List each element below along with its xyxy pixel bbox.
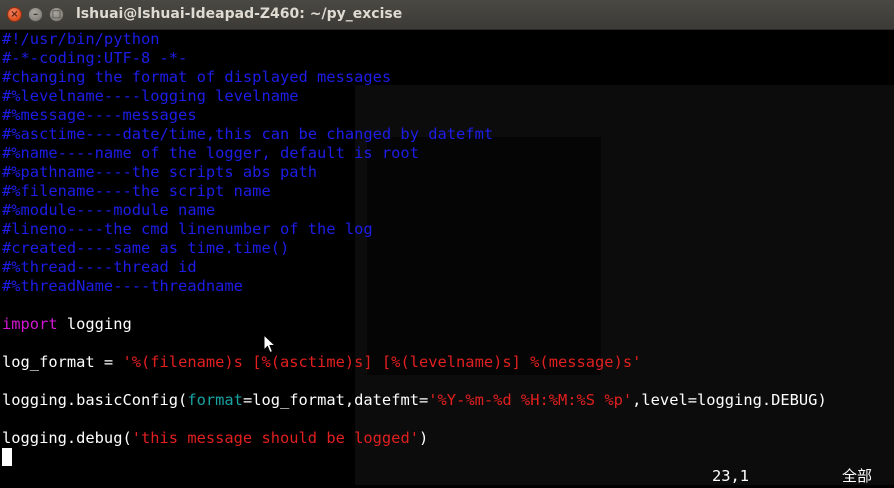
- code-line[interactable]: #%levelname----logging levelname: [2, 87, 299, 106]
- code-line[interactable]: #%threadName----threadname: [2, 277, 243, 296]
- code-token: log_format =: [2, 353, 123, 371]
- code-token: #%thread----thread id: [2, 258, 197, 276]
- code-line[interactable]: #%asctime----date/time,this can be chang…: [2, 125, 493, 144]
- code-token: ): [418, 429, 429, 447]
- code-line[interactable]: #%thread----thread id: [2, 258, 197, 277]
- code-line[interactable]: #%pathname----the scripts abs path: [2, 163, 317, 182]
- code-token: logging.debug(: [2, 429, 132, 447]
- code-line[interactable]: #-*-coding:UTF-8 -*-: [2, 49, 187, 68]
- code-token: '%(filename)s [%(asctime)s] [%(levelname…: [122, 353, 642, 371]
- code-line[interactable]: #changing the format of displayed messag…: [2, 68, 391, 87]
- code-line[interactable]: #created----same as time.time(): [2, 239, 289, 258]
- maximize-button[interactable]: □: [49, 7, 64, 22]
- code-token: format: [187, 391, 243, 409]
- code-token: #%filename----the script name: [2, 182, 271, 200]
- code-token: #%pathname----the scripts abs path: [2, 163, 318, 181]
- cursor-position-indicator: 23,1: [712, 467, 750, 485]
- background-window-ghost-inner: [367, 137, 601, 375]
- code-line[interactable]: log_format = '%(filename)s [%(asctime)s]…: [2, 353, 641, 372]
- code-token: '%Y-%m-%d %H:%M:%S %p': [428, 391, 633, 409]
- code-token: #%levelname----logging levelname: [2, 87, 299, 105]
- code-line[interactable]: logging.basicConfig(format=log_format,da…: [2, 391, 827, 410]
- code-token: #%threadName----threadname: [2, 277, 243, 295]
- code-token: import: [2, 315, 58, 333]
- code-token: #%module----module name: [2, 201, 216, 219]
- code-token: #changing the format of displayed messag…: [2, 68, 392, 86]
- code-line[interactable]: import logging: [2, 315, 132, 334]
- code-token: #%asctime----date/time,this can be chang…: [2, 125, 494, 143]
- minimize-icon: –: [33, 9, 38, 20]
- code-token: 'this message should be logged': [131, 429, 419, 447]
- code-token: ,level=logging.DEBUG): [632, 391, 827, 409]
- code-token: #!/usr/bin/python: [2, 30, 160, 48]
- code-token: #%name----name of the logger, default is…: [2, 144, 419, 162]
- code-token: =log_format,datefmt=: [242, 391, 429, 409]
- terminal-content[interactable]: #!/usr/bin/python #-*-coding:UTF-8 -*- #ch…: [0, 30, 894, 488]
- text-cursor: [2, 448, 12, 466]
- code-line[interactable]: #%name----name of the logger, default is…: [2, 144, 419, 163]
- close-icon: ×: [10, 9, 19, 20]
- code-token: logging.basicConfig(: [2, 391, 188, 409]
- code-line[interactable]: #!/usr/bin/python: [2, 30, 160, 49]
- window-title: lshuai@lshuai-Ideapad-Z460: ~/py_excise: [76, 6, 403, 22]
- close-button[interactable]: ×: [7, 7, 22, 22]
- code-line[interactable]: #%module----module name: [2, 201, 215, 220]
- code-token: #lineno----the cmd linenumber of the log: [2, 220, 373, 238]
- code-token: #%message----messages: [2, 106, 197, 124]
- minimize-button[interactable]: –: [28, 7, 43, 22]
- mouse-pointer-icon: [263, 334, 277, 354]
- code-line[interactable]: #lineno----the cmd linenumber of the log: [2, 220, 373, 239]
- scroll-position-indicator: 全部: [842, 467, 873, 485]
- title-bar[interactable]: × – □ lshuai@lshuai-Ideapad-Z460: ~/py_e…: [0, 0, 894, 30]
- code-line[interactable]: #%message----messages: [2, 106, 197, 125]
- code-token: #-*-coding:UTF-8 -*-: [2, 49, 188, 67]
- code-line[interactable]: #%filename----the script name: [2, 182, 271, 201]
- code-token: logging: [57, 315, 132, 333]
- terminal-window: × – □ lshuai@lshuai-Ideapad-Z460: ~/py_e…: [0, 0, 894, 488]
- code-line[interactable]: logging.debug('this message should be lo…: [2, 429, 428, 448]
- code-token: #created----same as time.time(): [2, 239, 290, 257]
- maximize-icon: □: [51, 9, 62, 20]
